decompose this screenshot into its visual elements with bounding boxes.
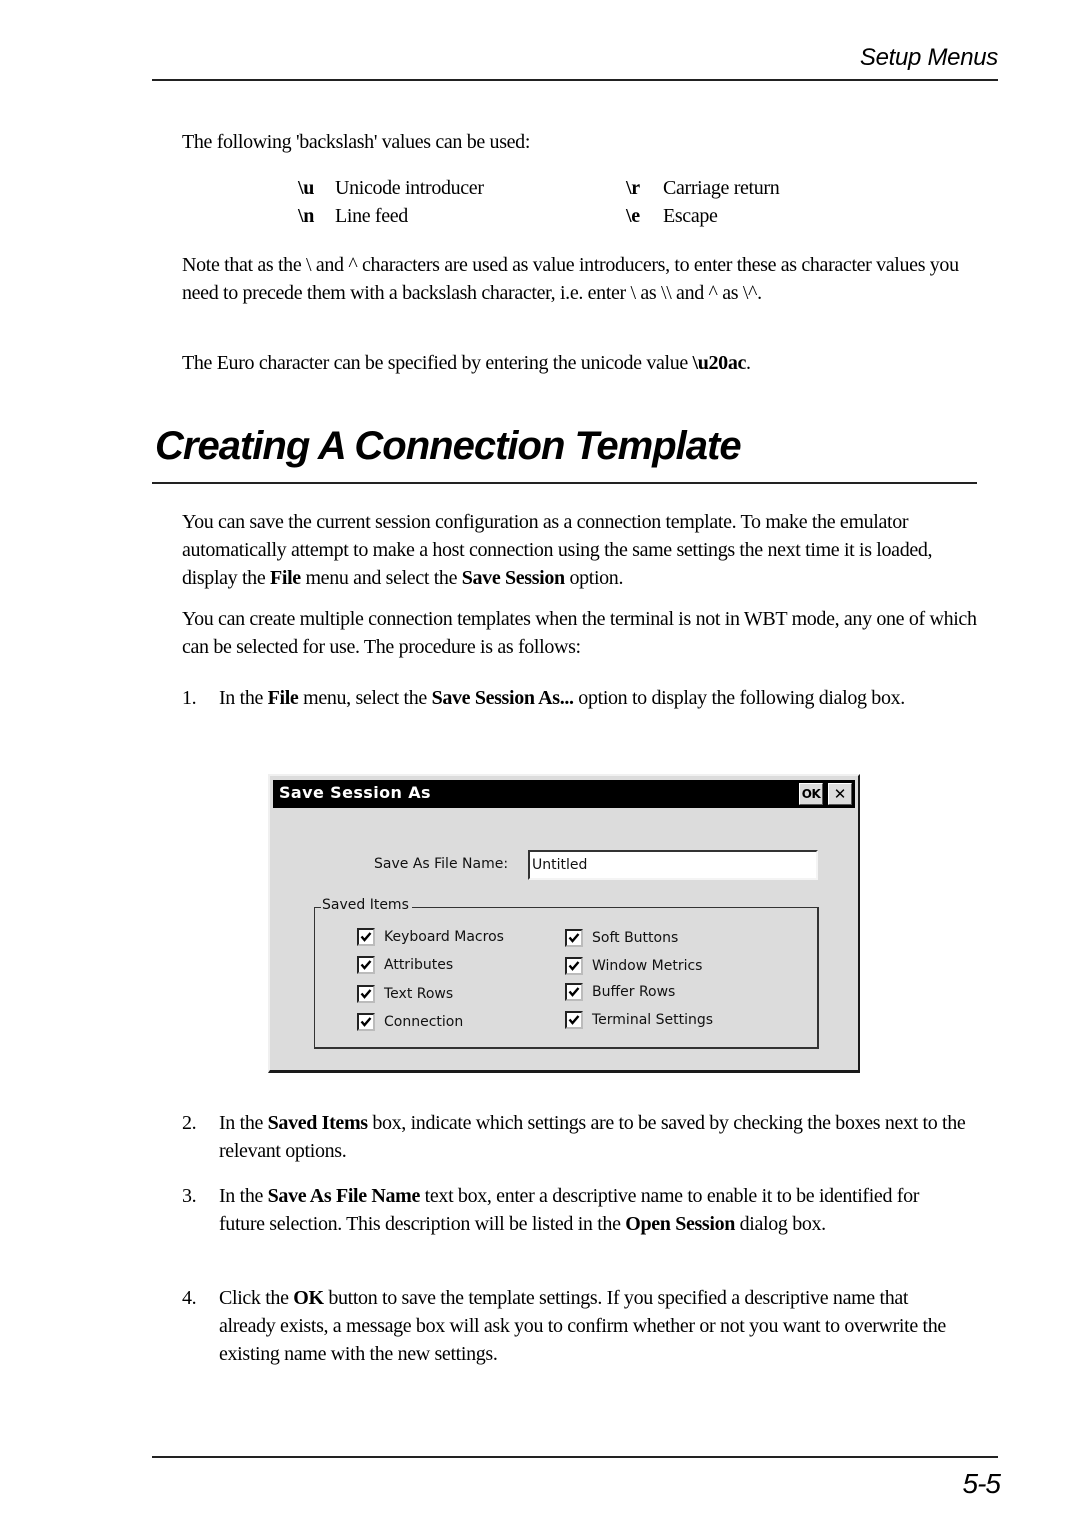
- section-divider: [152, 482, 977, 484]
- euro-code: \u20ac: [692, 352, 747, 374]
- text: In the: [219, 687, 268, 709]
- option-ref-save-session-as: Save Session As...: [431, 687, 574, 709]
- euro-text: The Euro character can be specified by e…: [182, 352, 693, 374]
- running-header: Setup Menus: [859, 44, 998, 71]
- step-item: 4. Click the OK button to save the templ…: [182, 1284, 972, 1374]
- ui-ref-ok: OK: [293, 1287, 324, 1309]
- checkbox-label: Window Metrics: [592, 958, 703, 974]
- backslash-row: \n Line feed \e Escape: [298, 202, 818, 230]
- step-number: 1.: [182, 687, 197, 709]
- paragraph-save-session: You can save the current session configu…: [182, 508, 982, 592]
- checkbox-checked-icon[interactable]: [565, 957, 583, 975]
- backslash-code: \n: [298, 205, 314, 227]
- step-number: 4.: [182, 1287, 197, 1309]
- close-icon[interactable]: ✕: [828, 783, 852, 805]
- ui-ref-save-as-file-name: Save As File Name: [267, 1185, 421, 1207]
- backslash-description: Carriage return: [663, 177, 780, 199]
- saved-items-group: Saved Items Keyboard Macros Attributes T…: [314, 897, 819, 1049]
- text: In the: [219, 1185, 268, 1207]
- step-text: In the Save As File Name text box, enter…: [219, 1182, 969, 1238]
- step-number: 3.: [182, 1185, 197, 1207]
- paragraph-multiple-templates: You can create multiple connection templ…: [182, 608, 977, 658]
- step-number: 2.: [182, 1112, 197, 1134]
- save-session-as-dialog: Save Session As OK ✕ Save As File Name: …: [268, 774, 860, 1073]
- text: dialog box.: [735, 1213, 827, 1235]
- checkbox-checked-icon[interactable]: [565, 983, 583, 1001]
- checkbox-connection[interactable]: Connection: [357, 1011, 463, 1033]
- dialog-title-bar[interactable]: Save Session As OK ✕: [273, 780, 855, 808]
- step-text: In the Saved Items box, indicate which s…: [219, 1109, 969, 1165]
- step-item: 2. In the Saved Items box, indicate whic…: [182, 1109, 972, 1169]
- checkbox-attributes[interactable]: Attributes: [357, 954, 453, 976]
- backslash-description: Escape: [663, 205, 718, 227]
- checkbox-checked-icon[interactable]: [565, 929, 583, 947]
- backslash-table: \u Unicode introducer \r Carriage return…: [298, 174, 818, 230]
- checkbox-label: Keyboard Macros: [384, 929, 504, 945]
- checkbox-checked-icon[interactable]: [565, 1011, 583, 1029]
- checkbox-label: Attributes: [384, 957, 454, 973]
- text: In the: [219, 1112, 268, 1134]
- text: Click the: [219, 1287, 294, 1309]
- note-paragraph: Note that as the \ and ^ characters are …: [182, 254, 959, 304]
- checkbox-soft-buttons[interactable]: Soft Buttons: [565, 927, 678, 949]
- step-item: 3. In the Save As File Name text box, en…: [182, 1182, 972, 1272]
- euro-end: .: [746, 352, 751, 374]
- checkbox-label: Connection: [384, 1014, 464, 1030]
- backslash-row: \u Unicode introducer \r Carriage return: [298, 174, 818, 202]
- text: option to display the following dialog b…: [573, 687, 905, 709]
- menu-ref-file: File: [270, 567, 301, 589]
- section-title: Creating A Connection Template: [155, 424, 742, 468]
- text: option.: [564, 567, 624, 589]
- header-divider: [152, 79, 998, 81]
- menu-ref-file: File: [267, 687, 299, 709]
- option-ref-save-session: Save Session: [461, 567, 565, 589]
- text: button to save the template settings. If…: [219, 1287, 946, 1365]
- backslash-description: Unicode introducer: [335, 177, 484, 199]
- checkbox-checked-icon[interactable]: [357, 985, 375, 1003]
- euro-paragraph: The Euro character can be specified by e…: [182, 349, 972, 377]
- ok-button[interactable]: OK: [799, 783, 823, 805]
- step-text: Click the OK button to save the template…: [219, 1284, 969, 1368]
- backslash-code: \e: [626, 205, 640, 227]
- page-number: 5-5: [962, 1468, 1001, 1499]
- backslash-intro: The following 'backslash' values can be …: [182, 131, 531, 153]
- dialog-title: Save Session As: [279, 783, 431, 802]
- ui-ref-saved-items: Saved Items: [267, 1112, 368, 1134]
- checkbox-keyboard-macros[interactable]: Keyboard Macros: [357, 926, 504, 948]
- file-name-label: Save As File Name:: [374, 856, 509, 872]
- backslash-code: \r: [626, 177, 640, 199]
- checkbox-checked-icon[interactable]: [357, 956, 375, 974]
- checkbox-buffer-rows[interactable]: Buffer Rows: [565, 981, 675, 1003]
- backslash-description: Line feed: [335, 205, 408, 227]
- checkbox-checked-icon[interactable]: [357, 1013, 375, 1031]
- backslash-code: \u: [298, 177, 314, 199]
- checkbox-label: Soft Buttons: [592, 930, 679, 946]
- text: menu, select the: [298, 687, 432, 709]
- checkbox-text-rows[interactable]: Text Rows: [357, 983, 453, 1005]
- saved-items-label: Saved Items: [321, 897, 412, 913]
- checkbox-terminal-settings[interactable]: Terminal Settings: [565, 1009, 713, 1031]
- checkbox-label: Terminal Settings: [592, 1012, 714, 1028]
- step-item: 1. In the File menu, select the Save Ses…: [182, 684, 972, 744]
- checkbox-label: Buffer Rows: [592, 984, 676, 1000]
- footer-divider: [152, 1456, 998, 1458]
- file-name-input[interactable]: Untitled: [528, 850, 818, 880]
- ui-ref-open-session: Open Session: [625, 1213, 735, 1235]
- checkbox-label: Text Rows: [384, 986, 454, 1002]
- text: menu and select the: [300, 567, 462, 589]
- checkbox-checked-icon[interactable]: [357, 928, 375, 946]
- step-text: In the File menu, select the Save Sessio…: [219, 684, 969, 712]
- checkbox-window-metrics[interactable]: Window Metrics: [565, 955, 702, 977]
